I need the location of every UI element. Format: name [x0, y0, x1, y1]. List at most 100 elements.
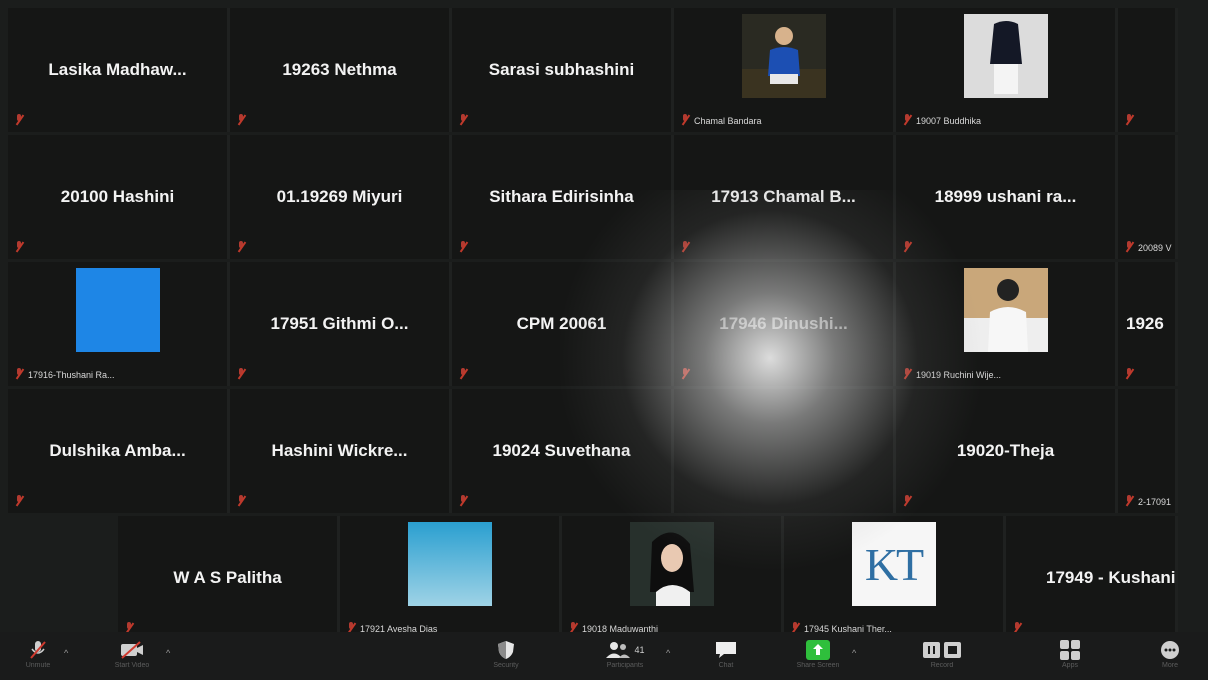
participant-tile[interactable]: 17949 - Kushani.	[1006, 516, 1178, 640]
meeting-gallery: Lasika Madhaw... 19263 Nethma Sarasi sub…	[0, 0, 1208, 680]
participant-name: 18999 ushani ra...	[934, 187, 1077, 206]
participant-tile-partial[interactable]	[1118, 8, 1178, 132]
participant-name: 19024 Suvethana	[492, 441, 631, 460]
muted-mic-icon	[14, 241, 24, 253]
participant-caption: 2-17091	[1138, 497, 1172, 507]
apps-grid-icon	[1059, 638, 1081, 662]
muted-mic-icon	[902, 368, 912, 380]
participant-name: 17949 - Kushani.	[1046, 568, 1175, 587]
participant-tile[interactable]: 19263 Nethma	[230, 8, 452, 132]
participant-tile[interactable]: Hashini Wickre...	[230, 389, 452, 513]
chevron-up-icon[interactable]: ^	[666, 648, 670, 658]
participant-tile[interactable]: 17951 Githmi O...	[230, 262, 452, 386]
security-button[interactable]: Security	[476, 638, 536, 674]
participant-tile[interactable]: 20100 Hashini	[8, 135, 230, 259]
share-screen-button[interactable]: Share Screen	[788, 638, 848, 674]
participant-name: Sarasi subhashini	[488, 60, 635, 79]
profile-photo	[629, 522, 714, 606]
participant-tile[interactable]: 17913 Chamal B...	[674, 135, 896, 259]
participant-name: 1926	[1126, 314, 1164, 333]
participant-tile[interactable]: 17921 Ayesha Dias	[340, 516, 562, 640]
record-label: Record	[930, 662, 954, 669]
chat-label: Chat	[718, 662, 734, 669]
start-video-button[interactable]: Start Video	[102, 638, 162, 674]
participant-tile[interactable]: 19007 Buddhika	[896, 8, 1118, 132]
muted-mic-icon	[14, 368, 24, 380]
chevron-up-icon[interactable]: ^	[852, 648, 856, 658]
participant-tile[interactable]: 17946 Dinushi...	[674, 262, 896, 386]
gallery-row-1: Lasika Madhaw... 19263 Nethma Sarasi sub…	[8, 8, 1200, 132]
meeting-toolbar: Unmute ^ Start Video ^ Security 41 Parti…	[0, 632, 1208, 680]
participant-caption: 19007 Buddhika	[916, 116, 982, 126]
muted-mic-icon	[458, 241, 468, 253]
gallery-row-4: Dulshika Amba... Hashini Wickre... 19024…	[8, 389, 1200, 513]
participant-tile[interactable]: 19024 Suvethana	[452, 389, 674, 513]
security-label: Security	[493, 662, 519, 669]
muted-mic-icon	[680, 368, 690, 380]
profile-photo	[407, 522, 492, 606]
participant-name: Dulshika Amba...	[49, 441, 186, 460]
muted-mic-icon	[14, 114, 24, 126]
participant-tile[interactable]: 01.19269 Miyuri	[230, 135, 452, 259]
participants-button[interactable]: 41 Participants	[590, 638, 660, 674]
participant-tile-partial[interactable]: 2-17091	[1118, 389, 1178, 513]
participant-tile[interactable]: CPM 20061	[452, 262, 674, 386]
participant-tile[interactable]: 17916-Thushani Ra...	[8, 262, 230, 386]
participant-tile[interactable]: 19019 Ruchini Wije...	[896, 262, 1118, 386]
more-button[interactable]: More	[1140, 638, 1200, 674]
muted-mic-icon	[236, 368, 246, 380]
apps-button[interactable]: Apps	[1040, 638, 1100, 674]
participant-tile[interactable]: Sithara Edirisinha	[452, 135, 674, 259]
participant-name: Hashini Wickre...	[271, 441, 408, 460]
participant-name: W A S Palitha	[173, 568, 282, 587]
participants-label: Participants	[606, 662, 644, 669]
participant-tile[interactable]: Sarasi subhashini	[452, 8, 674, 132]
participant-tile[interactable]: 19020-Theja	[896, 389, 1118, 513]
video-off-icon	[119, 638, 145, 662]
participant-name: CPM 20061	[516, 314, 607, 333]
muted-mic-icon	[680, 241, 690, 253]
unmute-button[interactable]: Unmute	[8, 638, 68, 674]
participant-tile[interactable]: W A S Palitha	[118, 516, 340, 640]
chevron-up-icon[interactable]: ^	[64, 648, 68, 658]
participant-tile[interactable]: Chamal Bandara	[674, 8, 896, 132]
share-screen-icon	[805, 638, 831, 662]
muted-mic-icon	[1124, 241, 1134, 253]
participants-count: 41	[634, 645, 645, 655]
participant-tile[interactable]: 18999 ushani ra...	[896, 135, 1118, 259]
muted-mic-icon	[1124, 114, 1134, 126]
participant-tile-partial[interactable]: 1926	[1118, 262, 1178, 386]
muted-mic-icon	[1124, 368, 1134, 380]
participant-name: Sithara Edirisinha	[489, 187, 634, 206]
participant-tile[interactable]: 19018 Maduwanthi	[562, 516, 784, 640]
participant-name: 17946 Dinushi...	[719, 314, 848, 333]
participant-tile[interactable]	[674, 389, 896, 513]
chat-button[interactable]: Chat	[696, 638, 756, 674]
muted-mic-icon	[902, 241, 912, 253]
participant-name: 01.19269 Miyuri	[276, 187, 403, 206]
profile-photo	[741, 14, 826, 98]
share-screen-label: Share Screen	[796, 662, 840, 669]
gallery-row-5: W A S Palitha 17921 Ayesha Dias 19018 Ma…	[118, 516, 1208, 640]
muted-mic-icon	[236, 495, 246, 507]
muted-mic-icon	[236, 241, 246, 253]
muted-mic-icon	[458, 114, 468, 126]
profile-photo	[963, 268, 1048, 352]
shield-icon	[497, 638, 515, 662]
participant-name: 20100 Hashini	[60, 187, 175, 206]
gallery-row-2: 20100 Hashini 01.19269 Miyuri Sithara Ed…	[8, 135, 1200, 259]
muted-mic-icon	[458, 368, 468, 380]
profile-photo	[963, 14, 1048, 98]
more-label: More	[1162, 662, 1178, 669]
participant-tile-partial[interactable]: 20089 V	[1118, 135, 1178, 259]
apps-label: Apps	[1062, 662, 1078, 669]
participant-tile[interactable]: KT 17945 Kushani Ther...	[784, 516, 1006, 640]
profile-photo: KT	[851, 522, 936, 606]
chevron-up-icon[interactable]: ^	[166, 648, 170, 658]
participant-tile[interactable]: Dulshika Amba...	[8, 389, 230, 513]
participant-name: 19020-Theja	[956, 441, 1055, 460]
participant-tile[interactable]: Lasika Madhaw...	[8, 8, 230, 132]
muted-mic-icon	[680, 114, 690, 126]
record-button[interactable]: Record	[912, 638, 972, 674]
gallery-row-3: 17916-Thushani Ra... 17951 Githmi O... C…	[8, 262, 1200, 386]
